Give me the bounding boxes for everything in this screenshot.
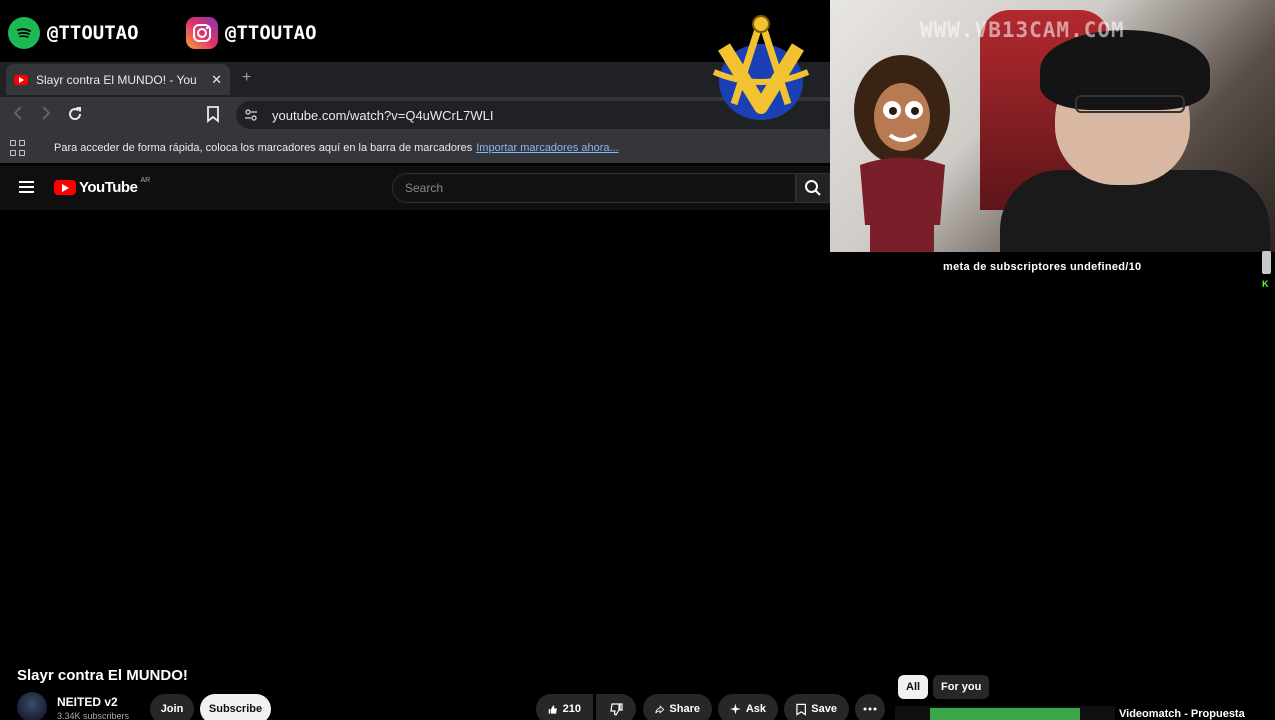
search-icon	[805, 180, 821, 196]
search-box	[392, 173, 796, 203]
dislike-button[interactable]	[596, 694, 636, 720]
browser-tab[interactable]: Slayr contra El MUNDO! - YouTube ✕	[6, 64, 230, 95]
spotify-handle-group: @TTOUTAO	[8, 17, 139, 49]
instagram-handle: @TTOUTAO	[225, 22, 317, 44]
more-actions-button[interactable]	[855, 694, 885, 720]
bookmarks-hint: Para acceder de forma rápida, coloca los…	[54, 142, 473, 154]
save-button[interactable]: Save	[784, 694, 849, 720]
url-text[interactable]: youtube.com/watch?v=Q4uWCrL7WLI	[272, 108, 493, 123]
spotify-handle: @TTOUTAO	[47, 22, 139, 44]
bookmarks-bar: Para acceder de forma rápida, coloca los…	[0, 133, 830, 163]
more-horizontal-icon	[863, 707, 877, 711]
save-bookmark-icon	[796, 703, 806, 716]
tab-close-icon[interactable]: ✕	[211, 72, 222, 88]
subscriber-goal-text: meta de subscriptores undefined/10	[943, 261, 1142, 273]
youtube-logo[interactable]: YouTube AR	[54, 177, 151, 196]
video-title: Slayr contra El MUNDO!	[17, 667, 188, 684]
new-tab-button[interactable]: +	[242, 69, 251, 87]
share-label: Share	[669, 703, 700, 715]
page-scrollbar[interactable]	[1262, 251, 1271, 274]
reload-icon[interactable]	[66, 105, 84, 128]
forward-icon[interactable]	[40, 105, 52, 126]
back-icon[interactable]	[12, 105, 24, 126]
youtube-logo-text: YouTube	[79, 179, 138, 196]
chip-for-you[interactable]: For you	[933, 675, 990, 699]
tab-title: Slayr contra El MUNDO! - YouTube	[36, 72, 196, 87]
cam-watermark: WWW.VB13CAM.COM	[920, 18, 1125, 42]
webcam-panel: WWW.VB13CAM.COM	[830, 0, 1275, 252]
subscribe-label: Subscribe	[208, 703, 263, 715]
streamer-glasses	[1075, 95, 1185, 113]
channel-avatar[interactable]	[17, 692, 47, 720]
search-input[interactable]	[393, 174, 795, 202]
cartoon-character-overlay	[854, 55, 950, 252]
spotify-icon	[8, 17, 40, 49]
chip-all[interactable]: All	[898, 675, 929, 699]
share-icon	[655, 704, 665, 714]
thumbs-up-icon	[548, 704, 557, 714]
country-code: AR	[140, 177, 151, 184]
save-label: Save	[811, 703, 837, 715]
like-count: 210	[562, 703, 581, 715]
instagram-handle-group: @TTOUTAO	[186, 17, 317, 49]
subscribe-button[interactable]: Subscribe	[200, 694, 271, 720]
apps-grid-icon[interactable]	[10, 140, 26, 156]
instagram-icon	[186, 17, 218, 49]
youtube-play-icon	[54, 180, 76, 195]
youtube-favicon-icon	[14, 74, 28, 85]
import-bookmarks-link[interactable]: Importar marcadores ahora...	[476, 142, 618, 154]
join-button[interactable]: Join	[150, 694, 194, 720]
ask-button[interactable]: Ask	[718, 694, 778, 720]
search-button[interactable]	[796, 173, 830, 203]
site-info-icon[interactable]	[244, 108, 258, 122]
ask-label: Ask	[745, 703, 766, 715]
like-button[interactable]: 210	[536, 694, 593, 720]
hamburger-menu-icon[interactable]	[19, 181, 34, 193]
channel-emblem-logo	[712, 15, 810, 120]
thumbs-down-icon	[609, 702, 623, 716]
recommendation-thumbnail[interactable]	[895, 706, 1115, 720]
sparkle-icon	[730, 703, 741, 715]
channel-name[interactable]: NEITED v2	[57, 695, 118, 709]
join-label: Join	[160, 703, 184, 715]
bookmark-star-icon[interactable]	[206, 105, 220, 128]
subscriber-count: 3.34K subscribers	[57, 711, 130, 720]
kick-badge: K	[1262, 279, 1269, 289]
recommendation-title[interactable]: Videomatch - Propuesta	[1119, 708, 1245, 720]
share-button[interactable]: Share	[643, 694, 712, 720]
youtube-header: YouTube AR	[0, 166, 830, 210]
